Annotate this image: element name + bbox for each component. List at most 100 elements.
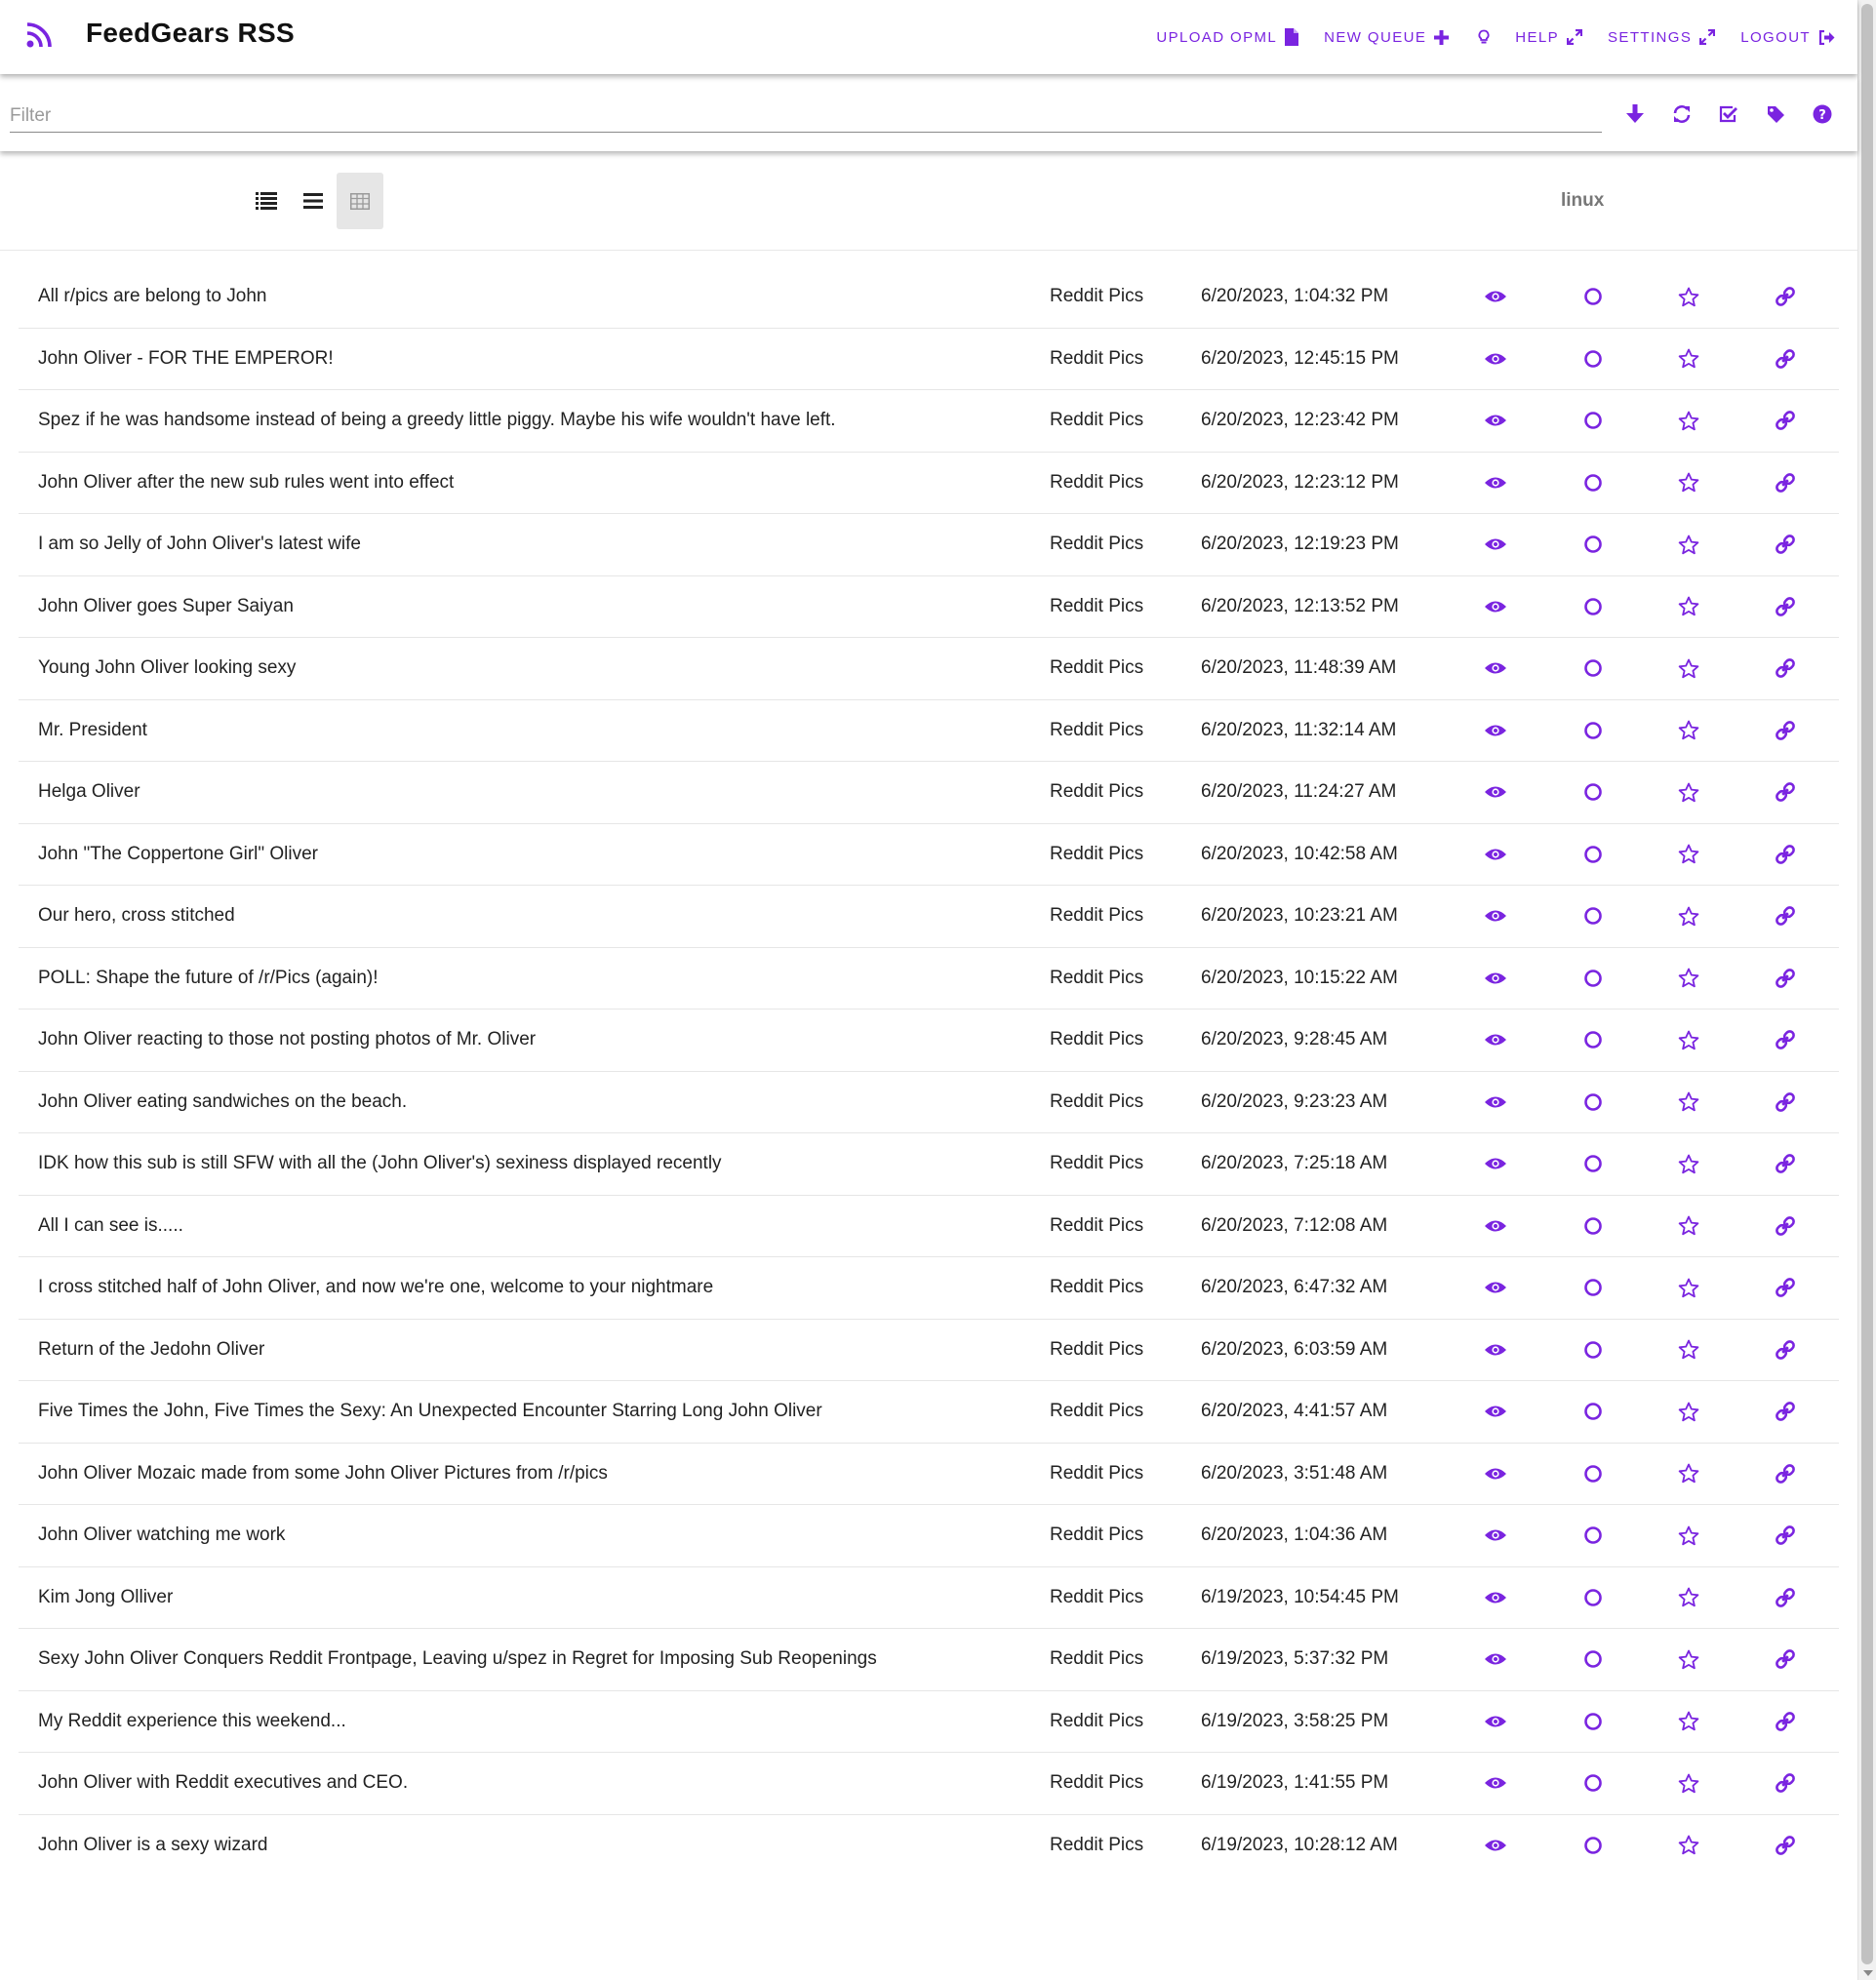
star-button[interactable] bbox=[1675, 593, 1702, 620]
item-title[interactable]: John Oliver - FOR THE EMPEROR! bbox=[38, 329, 1033, 389]
view-item-button[interactable] bbox=[1482, 965, 1509, 992]
open-link-button[interactable] bbox=[1772, 841, 1799, 868]
open-link-button[interactable] bbox=[1772, 717, 1799, 744]
mark-read-button[interactable] bbox=[1579, 345, 1607, 373]
item-title[interactable]: All r/pics are belong to John bbox=[38, 266, 1033, 327]
open-link-button[interactable] bbox=[1772, 1645, 1799, 1673]
mark-all-read-button[interactable] bbox=[1713, 99, 1744, 130]
mark-read-button[interactable] bbox=[1579, 965, 1607, 992]
open-link-button[interactable] bbox=[1772, 345, 1799, 373]
table-row[interactable]: John Oliver - FOR THE EMPEROR! Reddit Pic… bbox=[19, 329, 1839, 390]
mark-read-button[interactable] bbox=[1579, 531, 1607, 558]
refresh-button[interactable] bbox=[1666, 99, 1697, 130]
view-item-button[interactable] bbox=[1482, 1398, 1509, 1425]
table-row[interactable]: Kim Jong Olliver Reddit Pics 6/19/2023, 10… bbox=[19, 1567, 1839, 1629]
view-item-button[interactable] bbox=[1482, 1708, 1509, 1735]
item-title[interactable]: John Oliver Mozaic made from some John O… bbox=[38, 1444, 1033, 1504]
item-title[interactable]: John Oliver watching me work bbox=[38, 1505, 1033, 1565]
open-link-button[interactable] bbox=[1772, 531, 1799, 558]
mark-read-button[interactable] bbox=[1579, 717, 1607, 744]
view-item-button[interactable] bbox=[1482, 778, 1509, 806]
help-circle-button[interactable]: ? bbox=[1807, 99, 1838, 130]
view-item-button[interactable] bbox=[1482, 1274, 1509, 1301]
item-title[interactable]: Sexy John Oliver Conquers Reddit Frontpa… bbox=[38, 1629, 1033, 1689]
table-row[interactable]: Young John Oliver looking sexy Reddit Pic… bbox=[19, 638, 1839, 700]
view-item-button[interactable] bbox=[1482, 1584, 1509, 1611]
star-button[interactable] bbox=[1675, 1522, 1702, 1549]
item-title[interactable]: All I can see is..... bbox=[38, 1196, 1033, 1256]
table-row[interactable]: Five Times the John, Five Times the Sexy… bbox=[19, 1381, 1839, 1444]
open-link-button[interactable] bbox=[1772, 1150, 1799, 1177]
logout-button[interactable]: LOGOUT bbox=[1740, 29, 1835, 46]
view-item-button[interactable] bbox=[1482, 407, 1509, 434]
vertical-scrollbar[interactable] bbox=[1857, 0, 1876, 1980]
table-row[interactable]: John Oliver after the new sub rules went… bbox=[19, 453, 1839, 514]
view-item-button[interactable] bbox=[1482, 654, 1509, 682]
mark-read-button[interactable] bbox=[1579, 654, 1607, 682]
open-link-button[interactable] bbox=[1772, 1584, 1799, 1611]
star-button[interactable] bbox=[1675, 1398, 1702, 1425]
item-title[interactable]: John "The Coppertone Girl" Oliver bbox=[38, 824, 1033, 885]
settings-button[interactable]: SETTINGS bbox=[1608, 29, 1716, 46]
view-item-button[interactable] bbox=[1482, 1460, 1509, 1487]
star-button[interactable] bbox=[1675, 717, 1702, 744]
star-button[interactable] bbox=[1675, 1769, 1702, 1797]
item-title[interactable]: John Oliver reacting to those not postin… bbox=[38, 1010, 1033, 1070]
table-row[interactable]: All I can see is..... Reddit Pics 6/20/202… bbox=[19, 1196, 1839, 1257]
filter-input[interactable] bbox=[10, 100, 1602, 133]
mark-read-button[interactable] bbox=[1579, 1522, 1607, 1549]
table-row[interactable]: My Reddit experience this weekend... Redd… bbox=[19, 1691, 1839, 1753]
rss-icon[interactable] bbox=[26, 22, 52, 48]
open-link-button[interactable] bbox=[1772, 965, 1799, 992]
star-button[interactable] bbox=[1675, 1336, 1702, 1364]
mark-read-button[interactable] bbox=[1579, 841, 1607, 868]
view-table-button[interactable] bbox=[337, 173, 383, 229]
star-button[interactable] bbox=[1675, 531, 1702, 558]
table-row[interactable]: I cross stitched half of John Oliver, an… bbox=[19, 1257, 1839, 1320]
star-button[interactable] bbox=[1675, 1460, 1702, 1487]
item-title[interactable]: IDK how this sub is still SFW with all t… bbox=[38, 1133, 1033, 1194]
open-link-button[interactable] bbox=[1772, 1708, 1799, 1735]
table-row[interactable]: Our hero, cross stitched Reddit Pics 6/20/… bbox=[19, 886, 1839, 948]
mark-read-button[interactable] bbox=[1579, 1832, 1607, 1859]
view-item-button[interactable] bbox=[1482, 593, 1509, 620]
mark-read-down-button[interactable] bbox=[1619, 99, 1651, 130]
open-link-button[interactable] bbox=[1772, 1089, 1799, 1116]
view-item-button[interactable] bbox=[1482, 469, 1509, 496]
view-item-button[interactable] bbox=[1482, 1026, 1509, 1053]
item-title[interactable]: Young John Oliver looking sexy bbox=[38, 638, 1033, 698]
view-item-button[interactable] bbox=[1482, 1150, 1509, 1177]
mark-read-button[interactable] bbox=[1579, 1026, 1607, 1053]
mark-read-button[interactable] bbox=[1579, 593, 1607, 620]
view-item-button[interactable] bbox=[1482, 1769, 1509, 1797]
view-item-button[interactable] bbox=[1482, 531, 1509, 558]
star-button[interactable] bbox=[1675, 1212, 1702, 1240]
mark-read-button[interactable] bbox=[1579, 469, 1607, 496]
item-title[interactable]: John Oliver after the new sub rules went… bbox=[38, 453, 1033, 513]
mark-read-button[interactable] bbox=[1579, 1089, 1607, 1116]
mark-read-button[interactable] bbox=[1579, 1212, 1607, 1240]
star-button[interactable] bbox=[1675, 345, 1702, 373]
new-queue-button[interactable]: NEW QUEUE bbox=[1324, 29, 1450, 46]
item-title[interactable]: John Oliver is a sexy wizard bbox=[38, 1815, 1033, 1876]
table-row[interactable]: Mr. President Reddit Pics 6/20/2023, 11:32… bbox=[19, 700, 1839, 762]
mark-read-button[interactable] bbox=[1579, 407, 1607, 434]
upload-opml-button[interactable]: UPLOAD OPML bbox=[1156, 28, 1299, 46]
open-link-button[interactable] bbox=[1772, 469, 1799, 496]
item-title[interactable]: Five Times the John, Five Times the Sexy… bbox=[38, 1381, 1033, 1442]
item-title[interactable]: Kim Jong Olliver bbox=[38, 1567, 1033, 1628]
star-button[interactable] bbox=[1675, 407, 1702, 434]
open-link-button[interactable] bbox=[1772, 654, 1799, 682]
mark-read-button[interactable] bbox=[1579, 1645, 1607, 1673]
table-row[interactable]: Helga Oliver Reddit Pics 6/20/2023, 11:24:… bbox=[19, 762, 1839, 824]
table-row[interactable]: All r/pics are belong to John Reddit Pics… bbox=[19, 266, 1839, 329]
mark-read-button[interactable] bbox=[1579, 902, 1607, 930]
mark-read-button[interactable] bbox=[1579, 1460, 1607, 1487]
table-row[interactable]: John Oliver with Reddit executives and C… bbox=[19, 1753, 1839, 1815]
scrollbar-thumb[interactable] bbox=[1861, 4, 1873, 1964]
table-row[interactable]: IDK how this sub is still SFW with all t… bbox=[19, 1133, 1839, 1196]
view-item-button[interactable] bbox=[1482, 841, 1509, 868]
star-button[interactable] bbox=[1675, 1645, 1702, 1673]
open-link-button[interactable] bbox=[1772, 1336, 1799, 1364]
open-link-button[interactable] bbox=[1772, 283, 1799, 310]
